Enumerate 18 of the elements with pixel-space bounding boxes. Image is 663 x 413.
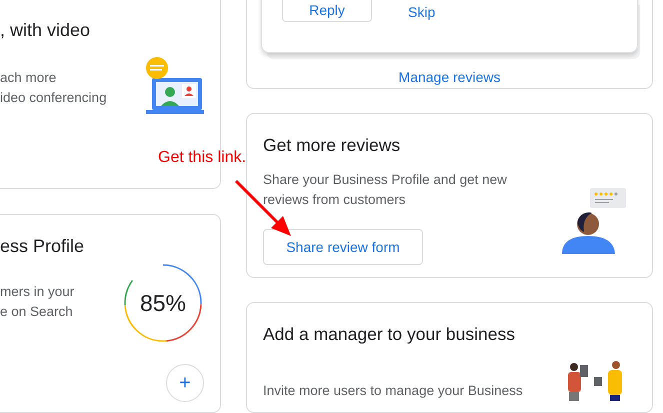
- card-description: Invite more users to manage your Business: [263, 382, 523, 400]
- card-title: Get more reviews: [263, 134, 402, 157]
- card-description: ach more: [0, 69, 58, 87]
- person-with-review-icon: [562, 188, 628, 254]
- manage-reviews-link[interactable]: Manage reviews: [398, 67, 500, 88]
- card-title: , with video: [0, 19, 92, 42]
- annotation-text: Get this link.: [158, 148, 246, 168]
- add-button[interactable]: +: [166, 364, 204, 402]
- skip-button[interactable]: Skip: [382, 2, 462, 20]
- card-description: Share your Business Profile and get new reviews from customers: [263, 171, 508, 210]
- reply-button[interactable]: Reply: [282, 0, 372, 22]
- share-review-form-button[interactable]: Share review form: [263, 229, 423, 266]
- card-description: e on Search: [0, 303, 74, 322]
- progress-reading: 85%: [138, 288, 188, 318]
- card-description: ideo conferencing: [0, 89, 107, 107]
- card-title: ess Profile: [0, 235, 86, 258]
- card-title: Add a manager to your business: [263, 322, 516, 346]
- card-description: mers in your: [0, 283, 74, 302]
